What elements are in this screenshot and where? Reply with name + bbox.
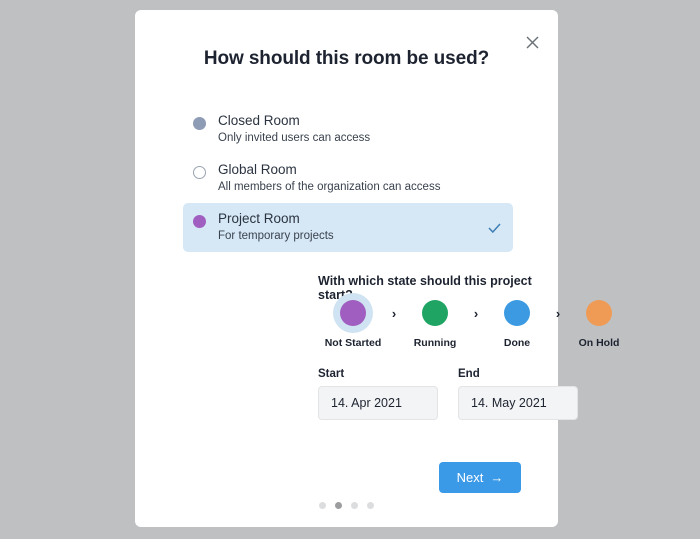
- room-setup-dialog: How should this room be used? Closed Roo…: [135, 10, 619, 527]
- next-button-label: Next: [456, 470, 484, 485]
- radio-global-room-icon[interactable]: [193, 166, 206, 179]
- state-separator-icon: ›: [391, 306, 397, 321]
- end-date-input[interactable]: 14. May 2021: [458, 386, 578, 420]
- option-closed-room-label: Closed Room: [218, 113, 300, 128]
- option-global-room-label: Global Room: [218, 162, 297, 177]
- state-label-done: Done: [503, 337, 531, 349]
- state-option-done[interactable]: Done: [482, 293, 552, 349]
- state-dot-running-icon: [422, 300, 448, 326]
- option-global-room-description: All members of the organization can acce…: [218, 181, 441, 193]
- state-label-running: Running: [413, 337, 457, 349]
- state-label-on-hold: On Hold: [578, 337, 620, 349]
- state-option-running[interactable]: Running: [400, 293, 470, 349]
- state-bubble-running: [415, 293, 455, 333]
- option-project-room[interactable]: Project Room For temporary projects: [183, 203, 513, 252]
- pagination-dot-4[interactable]: [367, 502, 374, 509]
- start-date-label: Start: [318, 368, 345, 380]
- option-closed-room[interactable]: Closed Room Only invited users can acces…: [183, 105, 513, 154]
- pagination-dot-2[interactable]: [335, 502, 342, 509]
- arrow-right-icon: →: [490, 470, 504, 485]
- close-icon: [526, 36, 539, 49]
- state-bubble-on-hold: [579, 293, 619, 333]
- end-date-label: End: [458, 368, 480, 380]
- date-range-fields: Start 14. Apr 2021 End 14. May 2021: [318, 368, 578, 420]
- radio-project-room-icon[interactable]: [193, 215, 206, 228]
- end-date-group: End 14. May 2021: [458, 368, 578, 420]
- state-option-not-started[interactable]: Not Started: [318, 293, 388, 349]
- next-button[interactable]: Next →: [439, 462, 521, 493]
- state-dot-not-started-icon: [340, 300, 366, 326]
- pagination-dots: [135, 502, 558, 509]
- start-date-input[interactable]: 14. Apr 2021: [318, 386, 438, 420]
- check-icon: [488, 222, 501, 233]
- start-date-group: Start 14. Apr 2021: [318, 368, 438, 420]
- state-option-on-hold[interactable]: On Hold: [564, 293, 634, 349]
- state-bubble-not-started: [333, 293, 373, 333]
- state-label-not-started: Not Started: [324, 337, 382, 349]
- option-project-room-description: For temporary projects: [218, 230, 334, 242]
- dialog-title: How should this room be used?: [203, 48, 490, 69]
- option-closed-room-description: Only invited users can access: [218, 132, 371, 144]
- state-separator-icon: ›: [473, 306, 479, 321]
- room-type-options: Closed Room Only invited users can acces…: [183, 105, 513, 252]
- pagination-dot-3[interactable]: [351, 502, 358, 509]
- state-separator-icon: ›: [555, 306, 561, 321]
- radio-closed-room-icon[interactable]: [193, 117, 206, 130]
- state-dot-on-hold-icon: [586, 300, 612, 326]
- state-dot-done-icon: [504, 300, 530, 326]
- state-selector: Not Started › Running › Done › On Hold: [318, 293, 648, 349]
- option-global-room[interactable]: Global Room All members of the organizat…: [183, 154, 513, 203]
- option-project-room-label: Project Room: [218, 211, 300, 226]
- pagination-dot-1[interactable]: [319, 502, 326, 509]
- state-bubble-done: [497, 293, 537, 333]
